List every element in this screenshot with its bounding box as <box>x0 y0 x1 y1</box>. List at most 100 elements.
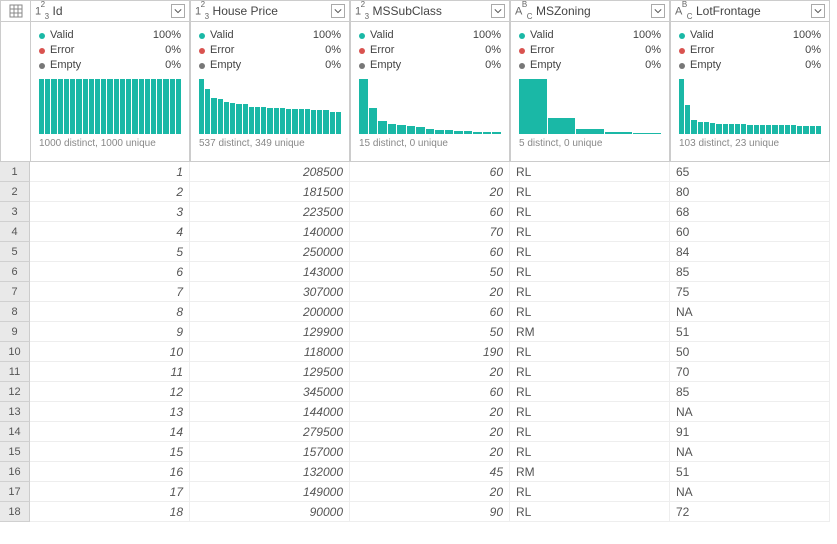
data-cell[interactable]: 129500 <box>190 362 350 382</box>
data-cell[interactable]: 91 <box>670 422 830 442</box>
data-cell[interactable]: 20 <box>350 282 510 302</box>
data-cell[interactable]: 15 <box>30 442 190 462</box>
data-cell[interactable]: 60 <box>350 382 510 402</box>
data-cell[interactable]: 20 <box>350 442 510 462</box>
data-cell[interactable]: 60 <box>350 162 510 182</box>
data-cell[interactable]: 60 <box>350 302 510 322</box>
data-cell[interactable]: 75 <box>670 282 830 302</box>
data-cell[interactable]: 84 <box>670 242 830 262</box>
data-cell[interactable]: RL <box>510 302 670 322</box>
data-cell[interactable]: 1 <box>30 162 190 182</box>
data-cell[interactable]: 118000 <box>190 342 350 362</box>
data-cell[interactable]: 20 <box>350 362 510 382</box>
row-number[interactable]: 11 <box>0 362 30 382</box>
data-cell[interactable]: 50 <box>350 322 510 342</box>
data-cell[interactable]: 140000 <box>190 222 350 242</box>
table-corner-icon[interactable] <box>0 0 30 22</box>
column-filter-button[interactable] <box>331 4 345 18</box>
data-cell[interactable]: 20 <box>350 402 510 422</box>
column-header[interactable]: ABCMSZoning <box>510 0 670 22</box>
data-cell[interactable]: 279500 <box>190 422 350 442</box>
data-cell[interactable]: 60 <box>670 222 830 242</box>
data-cell[interactable]: 2 <box>30 182 190 202</box>
column-header[interactable]: 123House Price <box>190 0 350 22</box>
data-cell[interactable]: RL <box>510 362 670 382</box>
data-cell[interactable]: RL <box>510 382 670 402</box>
data-cell[interactable]: 51 <box>670 462 830 482</box>
row-number[interactable]: 1 <box>0 162 30 182</box>
data-cell[interactable]: 132000 <box>190 462 350 482</box>
data-cell[interactable]: 190 <box>350 342 510 362</box>
data-cell[interactable]: RL <box>510 402 670 422</box>
data-cell[interactable]: 14 <box>30 422 190 442</box>
data-cell[interactable]: 85 <box>670 262 830 282</box>
data-cell[interactable]: 16 <box>30 462 190 482</box>
data-cell[interactable]: 9 <box>30 322 190 342</box>
data-cell[interactable]: 68 <box>670 202 830 222</box>
data-cell[interactable]: 60 <box>350 242 510 262</box>
row-number[interactable]: 12 <box>0 382 30 402</box>
data-cell[interactable]: 4 <box>30 222 190 242</box>
column-filter-button[interactable] <box>651 4 665 18</box>
data-cell[interactable]: 345000 <box>190 382 350 402</box>
row-number[interactable]: 2 <box>0 182 30 202</box>
data-cell[interactable]: 7 <box>30 282 190 302</box>
data-cell[interactable]: 90 <box>350 502 510 522</box>
data-cell[interactable]: RL <box>510 262 670 282</box>
data-cell[interactable]: 6 <box>30 262 190 282</box>
data-cell[interactable]: RL <box>510 422 670 442</box>
data-cell[interactable]: 85 <box>670 382 830 402</box>
data-cell[interactable]: NA <box>670 302 830 322</box>
data-cell[interactable]: 307000 <box>190 282 350 302</box>
row-number[interactable]: 14 <box>0 422 30 442</box>
row-number[interactable]: 15 <box>0 442 30 462</box>
row-number[interactable]: 4 <box>0 222 30 242</box>
data-cell[interactable]: NA <box>670 442 830 462</box>
row-number[interactable]: 18 <box>0 502 30 522</box>
data-cell[interactable]: 80 <box>670 182 830 202</box>
data-cell[interactable]: 50 <box>350 262 510 282</box>
data-cell[interactable]: 20 <box>350 482 510 502</box>
data-cell[interactable]: 72 <box>670 502 830 522</box>
column-filter-button[interactable] <box>811 4 825 18</box>
row-number[interactable]: 10 <box>0 342 30 362</box>
data-cell[interactable]: NA <box>670 402 830 422</box>
data-cell[interactable]: 250000 <box>190 242 350 262</box>
data-cell[interactable]: 157000 <box>190 442 350 462</box>
data-cell[interactable]: 11 <box>30 362 190 382</box>
row-number[interactable]: 3 <box>0 202 30 222</box>
data-cell[interactable]: 70 <box>670 362 830 382</box>
data-cell[interactable]: RL <box>510 442 670 462</box>
data-cell[interactable]: 12 <box>30 382 190 402</box>
row-number[interactable]: 8 <box>0 302 30 322</box>
data-cell[interactable]: 8 <box>30 302 190 322</box>
data-cell[interactable]: 20 <box>350 422 510 442</box>
data-cell[interactable]: 200000 <box>190 302 350 322</box>
data-cell[interactable]: RL <box>510 202 670 222</box>
data-cell[interactable]: RL <box>510 502 670 522</box>
data-cell[interactable]: 70 <box>350 222 510 242</box>
data-cell[interactable]: 208500 <box>190 162 350 182</box>
row-number[interactable]: 16 <box>0 462 30 482</box>
data-cell[interactable]: 149000 <box>190 482 350 502</box>
data-cell[interactable]: 10 <box>30 342 190 362</box>
row-number[interactable]: 17 <box>0 482 30 502</box>
data-cell[interactable]: 143000 <box>190 262 350 282</box>
data-cell[interactable]: RL <box>510 162 670 182</box>
data-cell[interactable]: 13 <box>30 402 190 422</box>
column-header[interactable]: 123Id <box>30 0 190 22</box>
data-cell[interactable]: 223500 <box>190 202 350 222</box>
row-number[interactable]: 13 <box>0 402 30 422</box>
row-number[interactable]: 6 <box>0 262 30 282</box>
data-cell[interactable]: NA <box>670 482 830 502</box>
data-cell[interactable]: 51 <box>670 322 830 342</box>
data-cell[interactable]: 20 <box>350 182 510 202</box>
data-cell[interactable]: 90000 <box>190 502 350 522</box>
column-filter-button[interactable] <box>171 4 185 18</box>
data-cell[interactable]: RL <box>510 242 670 262</box>
data-cell[interactable]: RL <box>510 182 670 202</box>
row-number[interactable]: 9 <box>0 322 30 342</box>
data-cell[interactable]: 144000 <box>190 402 350 422</box>
data-cell[interactable]: 60 <box>350 202 510 222</box>
data-cell[interactable]: RL <box>510 282 670 302</box>
